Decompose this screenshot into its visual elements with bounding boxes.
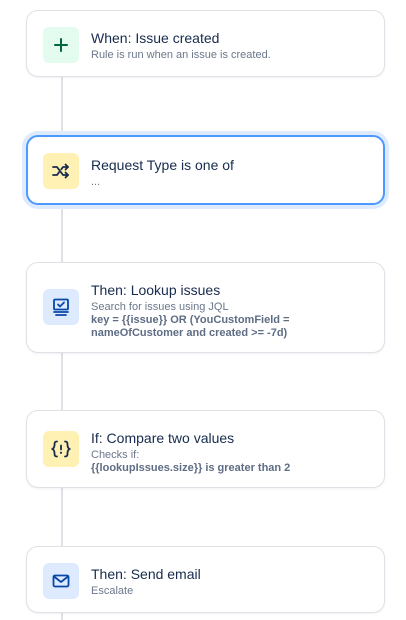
step-title: Then: Send email [91,566,201,582]
step-subtitle: Rule is run when an issue is created. [91,49,271,61]
step-title: Request Type is one of [91,157,234,173]
jql-query-text: key = {{issue}} OR (YouCustomField = nam… [91,314,290,339]
step-title: When: Issue created [91,30,220,46]
lookup-icon [43,289,79,325]
plus-icon [43,27,79,63]
step-subtitle: Escalate [91,585,134,597]
lookup-issues-action-card[interactable]: Then: Lookup issues Search for issues us… [26,262,385,353]
step-title: Then: Lookup issues [91,282,221,298]
rule-canvas: When: Issue created Rule is run when an … [0,0,406,620]
shuffle-icon [43,153,79,189]
envelope-icon [43,563,79,599]
step-title: If: Compare two values [91,430,235,446]
request-type-condition-card[interactable]: Request Type is one of ... [26,135,385,205]
compare-values-condition-card[interactable]: If: Compare two values Checks if: {{look… [26,410,385,488]
trigger-step-card[interactable]: When: Issue created Rule is run when an … [26,10,385,77]
step-subtitle: ... [91,176,101,188]
curly-braces-icon [43,431,79,467]
comparison-expression: {{lookupIssues.size}} is greater than 2 [91,462,291,474]
step-subtitle: Search for issues using JQL [91,301,229,313]
step-subtitle: Checks if: [91,449,140,461]
send-email-action-card[interactable]: Then: Send email Escalate [26,546,385,613]
